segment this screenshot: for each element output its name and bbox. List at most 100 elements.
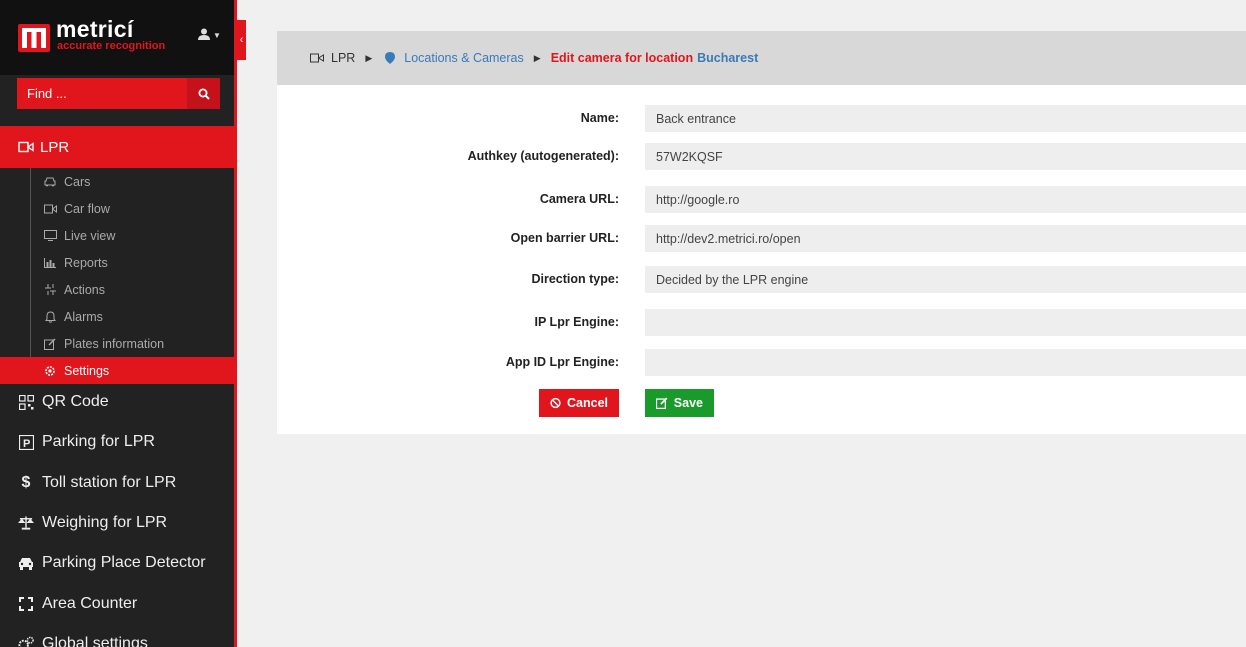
search-input[interactable] bbox=[17, 78, 187, 109]
form-row-name: Name: Back entrance bbox=[277, 105, 1246, 132]
ip-field[interactable] bbox=[645, 309, 1246, 336]
sidebar-item-toll-station[interactable]: $ Toll station for LPR bbox=[0, 463, 234, 503]
sidebar-item-label: Parking for LPR bbox=[42, 433, 155, 451]
form-row-direction: Direction type: Decided by the LPR engin… bbox=[277, 266, 1246, 293]
sidebar-item-label: Weighing for LPR bbox=[42, 514, 168, 532]
sidebar: metricí accurate recognition ▼ LPR Cars bbox=[0, 0, 234, 647]
caret-down-icon: ▼ bbox=[213, 31, 221, 40]
balance-scale-icon bbox=[18, 515, 34, 531]
bell-icon bbox=[42, 309, 58, 325]
breadcrumb-locations-cameras[interactable]: Locations & Cameras bbox=[404, 51, 524, 65]
brand-header: metricí accurate recognition ▼ bbox=[0, 0, 234, 75]
parking-icon: P bbox=[18, 434, 34, 450]
sidebar-item-label: Alarms bbox=[64, 309, 103, 324]
sidebar-item-label: Parking Place Detector bbox=[42, 554, 206, 572]
qr-code-icon bbox=[18, 394, 34, 410]
sidebar-item-lpr[interactable]: LPR bbox=[0, 126, 234, 168]
sidebar-item-label: Toll station for LPR bbox=[42, 473, 177, 491]
sidebar-item-parking-for-lpr[interactable]: P Parking for LPR bbox=[0, 422, 234, 462]
chevron-left-icon: ‹ bbox=[239, 34, 244, 46]
direction-select[interactable]: Decided by the LPR engine bbox=[645, 266, 1246, 293]
save-button[interactable]: Save bbox=[645, 389, 714, 417]
user-menu[interactable]: ▼ bbox=[198, 28, 221, 43]
form-row-barrier-url: Open barrier URL: http://dev2.metrici.ro… bbox=[277, 225, 1246, 252]
name-label: Name: bbox=[580, 111, 619, 125]
sidebar-item-label: Area Counter bbox=[42, 594, 138, 612]
camera-url-field[interactable]: http://google.ro bbox=[645, 186, 1246, 213]
user-icon bbox=[198, 28, 210, 43]
authkey-field: 57W2KQSF bbox=[645, 143, 1246, 170]
collapse-sidebar-button[interactable]: ‹ bbox=[237, 20, 246, 60]
sidebar-item-label: Settings bbox=[64, 363, 110, 378]
search-button[interactable] bbox=[187, 78, 220, 109]
appid-field[interactable] bbox=[645, 349, 1246, 376]
sidebar-item-plates-information[interactable]: Plates information bbox=[0, 330, 234, 357]
form-row-authkey: Authkey (autogenerated): 57W2KQSF bbox=[277, 143, 1246, 170]
brand-tagline: accurate recognition bbox=[57, 40, 166, 52]
brand-name: metricí bbox=[56, 16, 134, 42]
sidebar-item-live-view[interactable]: Live view bbox=[0, 222, 234, 249]
direction-label: Direction type: bbox=[531, 272, 619, 286]
barrier-url-field[interactable]: http://dev2.metrici.ro/open bbox=[645, 225, 1246, 252]
sidebar-item-actions[interactable]: Actions bbox=[0, 276, 234, 303]
sidebar-item-label: Reports bbox=[64, 255, 108, 270]
form-row-appid: App ID Lpr Engine: bbox=[277, 349, 1246, 376]
sidebar-item-label: QR Code bbox=[42, 393, 109, 411]
sidebar-item-cars[interactable]: Cars bbox=[0, 168, 234, 195]
video-camera-icon bbox=[309, 50, 325, 66]
ban-icon bbox=[550, 397, 561, 409]
save-label: Save bbox=[673, 396, 703, 410]
video-camera-icon bbox=[18, 139, 34, 155]
breadcrumb-lpr[interactable]: LPR bbox=[331, 51, 355, 65]
sidebar-item-label: Plates information bbox=[64, 336, 165, 351]
form-row-camera-url: Camera URL: http://google.ro bbox=[277, 186, 1246, 213]
sidebar-item-label: LPR bbox=[40, 138, 70, 156]
edit-camera-panel: LPR ▶ Locations & Cameras ▶ Edit camera … bbox=[277, 31, 1246, 434]
sidebar-item-label: Actions bbox=[64, 282, 105, 297]
gears-icon bbox=[18, 636, 34, 647]
sidebar-item-car-flow[interactable]: Car flow bbox=[0, 195, 234, 222]
svg-text:P: P bbox=[23, 438, 30, 450]
sidebar-item-area-counter[interactable]: Area Counter bbox=[0, 583, 234, 623]
sidebar-item-weighing-for-lpr[interactable]: Weighing for LPR bbox=[0, 503, 234, 543]
sidebar-item-parking-place-detector[interactable]: Parking Place Detector bbox=[0, 543, 234, 583]
sidebar-item-alarms[interactable]: Alarms bbox=[0, 303, 234, 330]
metrici-logo[interactable] bbox=[18, 24, 50, 52]
name-field[interactable]: Back entrance bbox=[645, 105, 1246, 132]
ip-label: IP Lpr Engine: bbox=[534, 315, 620, 329]
car-icon bbox=[18, 555, 34, 571]
sidebar-border bbox=[234, 0, 237, 647]
edit-icon bbox=[42, 336, 58, 352]
car-icon bbox=[42, 174, 58, 190]
gear-icon bbox=[42, 363, 58, 379]
form-row-ip: IP Lpr Engine: bbox=[277, 309, 1246, 336]
main-nav: QR Code P Parking for LPR $ Toll station… bbox=[0, 382, 234, 647]
sidebar-item-reports[interactable]: Reports bbox=[0, 249, 234, 276]
sidebar-item-label: Global settings bbox=[42, 634, 148, 647]
cancel-button[interactable]: Cancel bbox=[539, 389, 619, 417]
sidebar-item-qr-code[interactable]: QR Code bbox=[0, 382, 234, 422]
appid-label: App ID Lpr Engine: bbox=[505, 355, 619, 369]
bar-chart-icon bbox=[42, 255, 58, 271]
actions-icon bbox=[42, 282, 58, 298]
expand-icon bbox=[18, 596, 34, 612]
edit-icon bbox=[656, 397, 668, 409]
authkey-label: Authkey (autogenerated): bbox=[467, 149, 619, 163]
barrier-url-label: Open barrier URL: bbox=[510, 231, 619, 245]
search-icon bbox=[198, 88, 210, 100]
search-bar bbox=[17, 78, 220, 109]
caret-right-icon: ▶ bbox=[533, 52, 541, 63]
lpr-submenu: Cars Car flow Live view Reports Actions bbox=[0, 168, 234, 384]
map-marker-icon bbox=[382, 50, 398, 66]
sidebar-item-label: Cars bbox=[64, 174, 91, 189]
video-camera-icon bbox=[42, 201, 58, 217]
caret-right-icon: ▶ bbox=[365, 52, 373, 63]
breadcrumb-location-name[interactable]: Bucharest bbox=[697, 51, 758, 65]
dollar-icon: $ bbox=[21, 473, 31, 491]
sidebar-item-global-settings[interactable]: Global settings bbox=[0, 624, 234, 647]
sidebar-item-settings[interactable]: Settings bbox=[0, 357, 234, 384]
breadcrumb-current: Edit camera for location bbox=[550, 51, 694, 65]
sidebar-item-label: Live view bbox=[64, 228, 116, 243]
cancel-label: Cancel bbox=[567, 396, 608, 410]
breadcrumb: LPR ▶ Locations & Cameras ▶ Edit camera … bbox=[277, 31, 1246, 85]
